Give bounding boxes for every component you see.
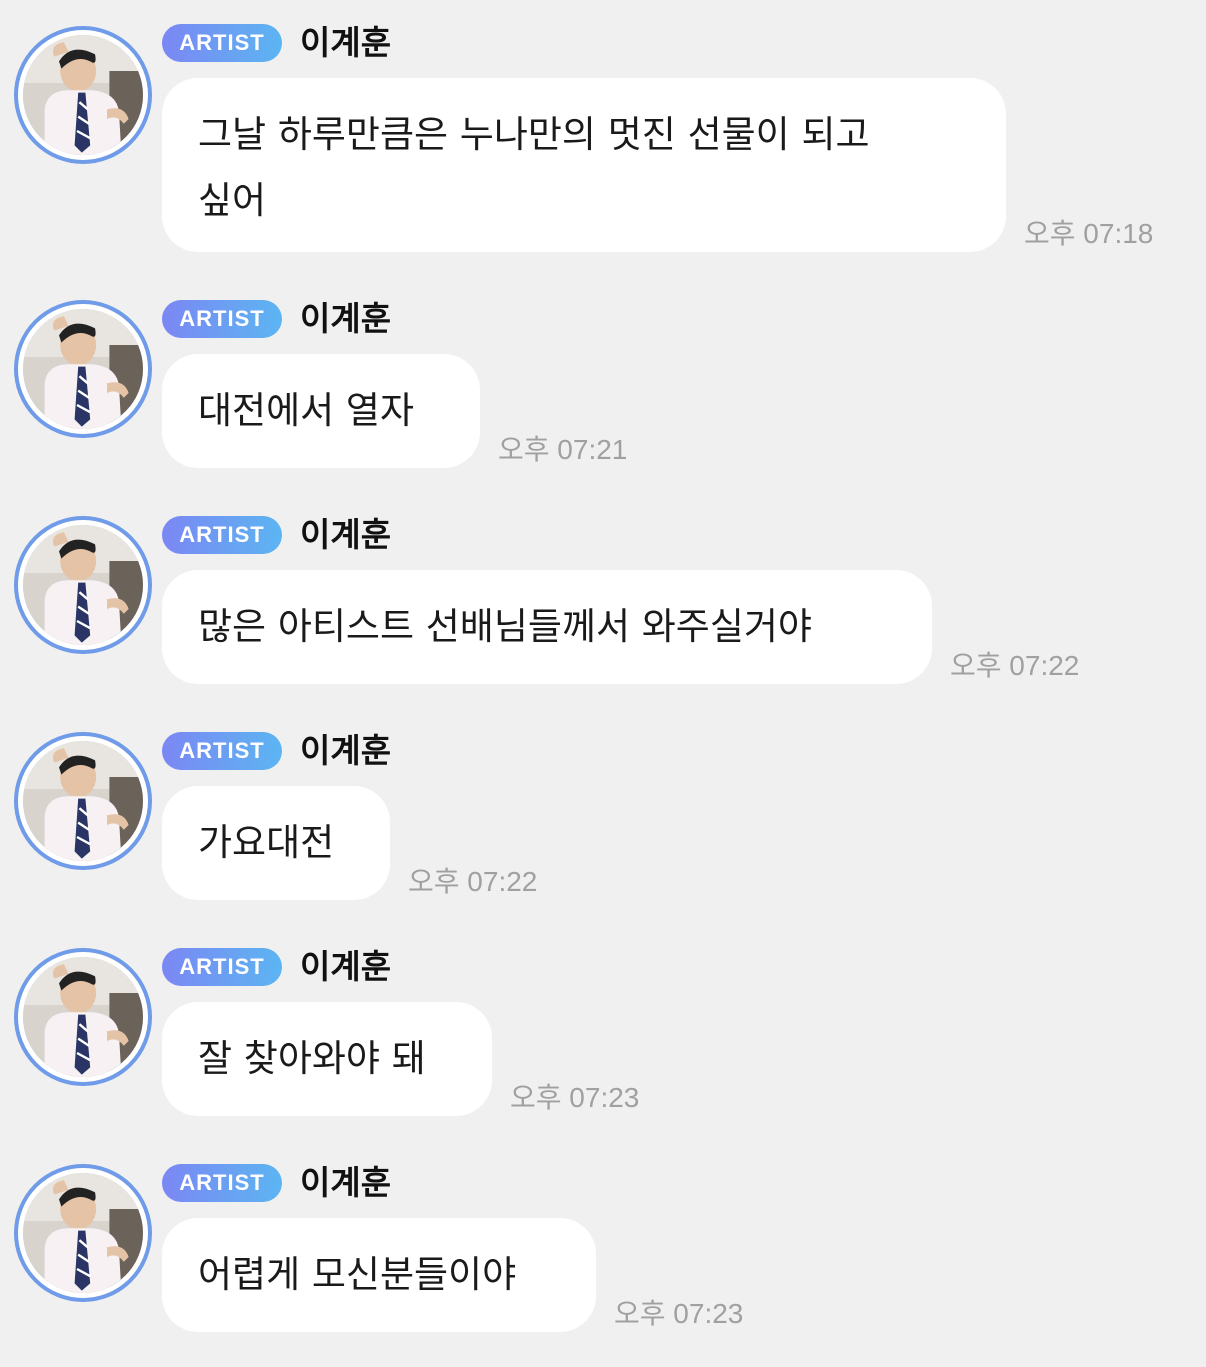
profile-photo-icon — [23, 309, 143, 429]
profile-photo-icon — [23, 525, 143, 645]
message-bubble[interactable]: 그날 하루만큼은 누나만의 멋진 선물이 되고 싶어 — [162, 78, 1006, 252]
artist-badge: ARTIST — [162, 1164, 282, 1202]
sender-name: 이계훈 — [300, 515, 392, 554]
sender-name: 이계훈 — [300, 731, 392, 770]
profile-photo-icon — [23, 35, 143, 155]
message-time: 오후 07:21 — [498, 434, 628, 465]
message-time: 오후 07:23 — [614, 1298, 744, 1329]
avatar[interactable] — [14, 732, 152, 870]
profile-photo-icon — [23, 1173, 143, 1293]
avatar[interactable] — [14, 948, 152, 1086]
message-time: 오후 07:23 — [510, 1082, 640, 1113]
message-bubble[interactable]: 대전에서 열자 — [162, 354, 480, 468]
profile-photo-icon — [23, 957, 143, 1077]
sender-name: 이계훈 — [300, 23, 392, 62]
artist-badge: ARTIST — [162, 516, 282, 554]
avatar[interactable] — [14, 300, 152, 438]
artist-badge: ARTIST — [162, 300, 282, 338]
message-bubble[interactable]: 어렵게 모신분들이야 — [162, 1218, 596, 1332]
artist-badge: ARTIST — [162, 732, 282, 770]
message-bubble[interactable]: 잘 찾아와야 돼 — [162, 1002, 492, 1116]
avatar[interactable] — [14, 516, 152, 654]
message-time: 오후 07:22 — [408, 866, 538, 897]
artist-badge: ARTIST — [162, 948, 282, 986]
avatar[interactable] — [14, 26, 152, 164]
profile-photo-icon — [23, 741, 143, 861]
message-time: 오후 07:22 — [950, 650, 1080, 681]
message-bubble[interactable]: 많은 아티스트 선배님들께서 와주실거야 — [162, 570, 932, 684]
message-bubble[interactable]: 가요대전 — [162, 786, 390, 900]
sender-name: 이계훈 — [300, 1163, 392, 1202]
message-time: 오후 07:18 — [1024, 218, 1154, 249]
sender-name: 이계훈 — [300, 299, 392, 338]
sender-name: 이계훈 — [300, 947, 392, 986]
artist-badge: ARTIST — [162, 24, 282, 62]
avatar[interactable] — [14, 1164, 152, 1302]
